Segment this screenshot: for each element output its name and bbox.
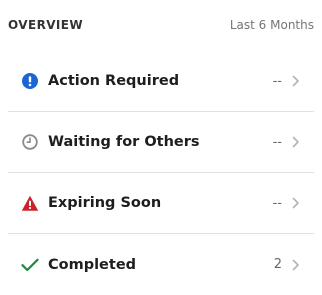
clock-icon — [21, 133, 39, 151]
overview-title: OVERVIEW — [8, 18, 83, 32]
row-count: -- — [272, 73, 282, 89]
row-label: Expiring Soon — [48, 195, 162, 211]
checkmark-icon — [21, 256, 39, 274]
row-count: 2 — [273, 257, 282, 272]
row-action-required[interactable]: Action Required -- — [8, 51, 314, 112]
chevron-right-icon — [292, 136, 302, 148]
row-label: Action Required — [48, 73, 180, 89]
chevron-right-icon — [292, 197, 302, 209]
row-count: -- — [272, 134, 282, 150]
row-expiring-soon[interactable]: Expiring Soon -- — [8, 173, 314, 234]
date-range-label: Last 6 Months — [229, 18, 314, 32]
warning-triangle-icon — [21, 194, 39, 212]
chevron-right-icon — [292, 75, 302, 87]
exclamation-circle-icon — [21, 72, 39, 90]
row-completed[interactable]: Completed 2 — [8, 234, 314, 295]
row-label: Completed — [48, 256, 137, 273]
overview-header: OVERVIEW Last 6 Months — [8, 16, 314, 34]
row-waiting-for-others[interactable]: Waiting for Others -- — [8, 112, 314, 173]
chevron-right-icon — [292, 259, 302, 271]
overview-list: Action Required -- Waiting for Others -- — [8, 51, 314, 295]
row-count: -- — [272, 195, 282, 211]
row-label: Waiting for Others — [48, 134, 200, 150]
